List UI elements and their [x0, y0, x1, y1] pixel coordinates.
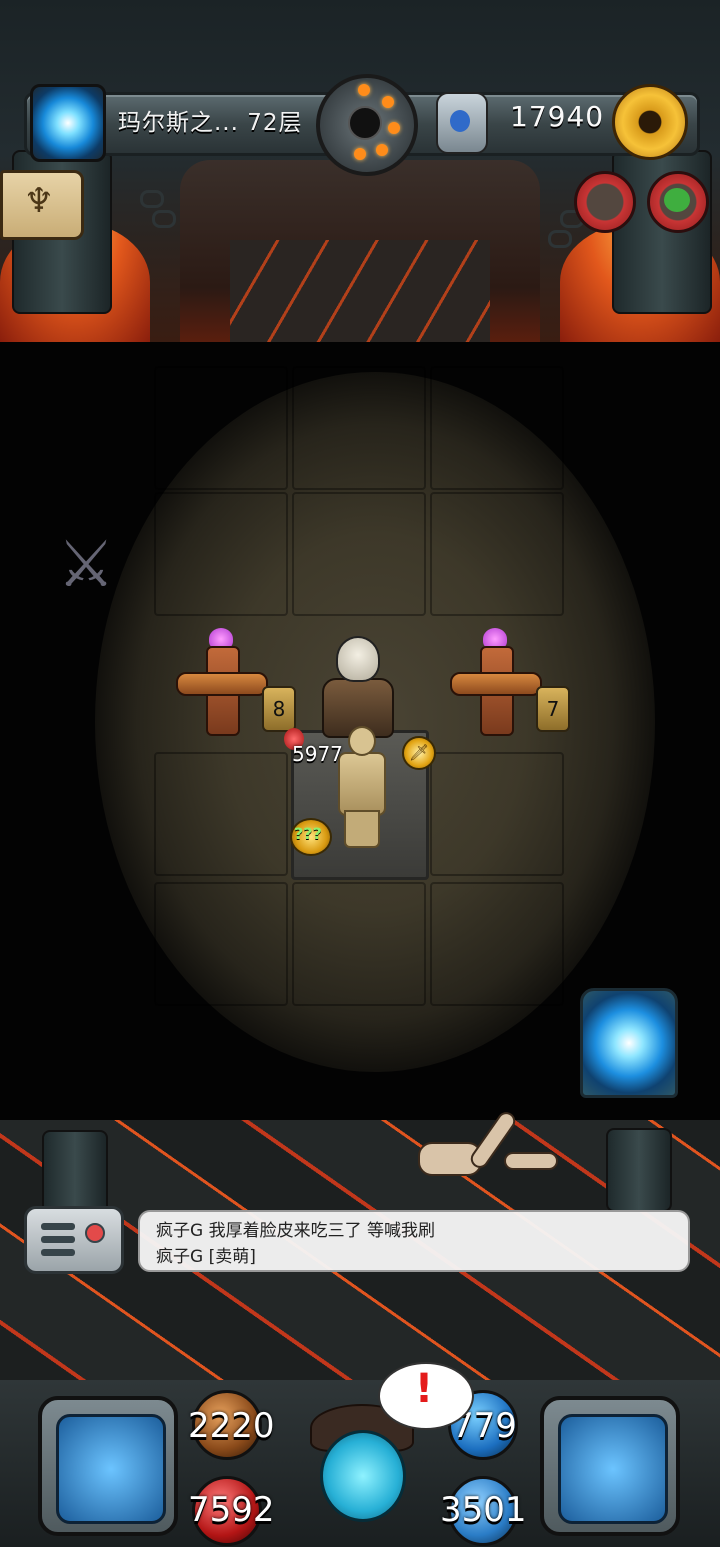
- candelabra-icon: ♆: [23, 181, 55, 221]
- bomb-dial-icon[interactable]: [316, 74, 418, 176]
- totem-wings: [450, 672, 542, 696]
- gear-icon[interactable]: [612, 84, 688, 160]
- chat-panel[interactable]: 疯子G 我厚着脸皮来吃三了 等喊我刷 疯子G [卖萌]: [138, 1210, 690, 1272]
- warrior-legs: [344, 810, 380, 848]
- floor-tile: [430, 492, 564, 616]
- gold-count: 17940: [510, 100, 605, 133]
- chat-message: 疯子G [卖萌]: [156, 1247, 256, 1267]
- green-monster-event-icon[interactable]: [647, 171, 709, 233]
- totem-wings: [176, 672, 268, 696]
- bomb-icon: [348, 106, 382, 140]
- alert-icon: !: [414, 1366, 434, 1412]
- portal-icon[interactable]: [30, 84, 106, 162]
- hero-face: [320, 1430, 406, 1522]
- dial-charge-dot: [354, 148, 366, 160]
- chain-left: [140, 190, 164, 208]
- spellbook-button[interactable]: [540, 1396, 680, 1536]
- dial-charge-dot: [358, 84, 370, 96]
- floor-tile: [430, 752, 564, 876]
- rune-stone-icon[interactable]: [436, 92, 488, 154]
- chat-line-icon: [41, 1249, 75, 1256]
- chat-dot-icon: [85, 1223, 105, 1243]
- totem-left-counter: 8: [262, 686, 296, 732]
- chat-line-icon: [41, 1223, 75, 1230]
- totem-enemy-left[interactable]: [176, 628, 268, 738]
- bone: [504, 1152, 558, 1170]
- level-name: 玛尔斯之... 72层: [118, 110, 303, 136]
- defense-value: 3501: [440, 1490, 527, 1530]
- monster-face: [664, 188, 690, 212]
- dial-charge-dot: [382, 96, 394, 108]
- rune-glyph: [450, 110, 470, 132]
- chat-message: 疯子G 我厚着脸皮来吃三了 等喊我刷: [156, 1221, 435, 1241]
- enemy-hp: 5977: [292, 742, 343, 766]
- floor-tile: [292, 492, 426, 616]
- treasure-event-icon[interactable]: [574, 171, 636, 233]
- dial-charge-dot: [388, 122, 400, 134]
- floor-tile: [430, 366, 564, 490]
- compass-helmet-button[interactable]: [38, 1396, 178, 1536]
- floor-portal-icon[interactable]: [580, 988, 678, 1098]
- chain-right-2: [548, 230, 572, 248]
- bones-decoration: [418, 1102, 558, 1198]
- chat-line-icon: [41, 1236, 75, 1243]
- floor-tile: [154, 752, 288, 876]
- small-pillar-right: [606, 1128, 672, 1212]
- crossed-swords-icon[interactable]: ⚔: [44, 520, 128, 612]
- totem-enemy-right[interactable]: [450, 628, 542, 738]
- dial-charge-dot: [376, 144, 388, 156]
- hp-value: 7592: [188, 1490, 275, 1530]
- floor-tile: [292, 882, 426, 1006]
- floor-tile: [430, 882, 564, 1006]
- floor-tile: [154, 882, 288, 1006]
- floor-tile: [292, 366, 426, 490]
- attack-value: 2220: [188, 1406, 275, 1446]
- skull: [336, 636, 380, 682]
- warrior-head: [348, 726, 376, 756]
- compass-helmet-icon: [56, 1414, 166, 1524]
- chain-left-2: [152, 210, 176, 228]
- cracked-floor: [230, 240, 490, 342]
- sword-badge-icon[interactable]: 🗡: [402, 736, 436, 770]
- floor-tile: [154, 492, 288, 616]
- warrior-body: [338, 752, 386, 816]
- chat-toggle-button[interactable]: [24, 1206, 124, 1274]
- mystery-label: ???: [294, 824, 322, 843]
- totem-right-counter: 7: [536, 686, 570, 732]
- floor-tile: [154, 366, 288, 490]
- small-pillar-left: [42, 1130, 108, 1214]
- spellbook-icon: [558, 1414, 668, 1524]
